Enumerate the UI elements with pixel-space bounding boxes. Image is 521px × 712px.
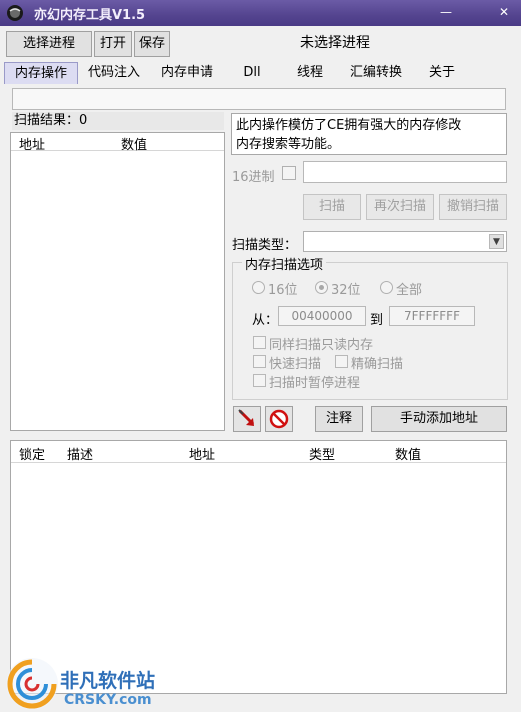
- column-description[interactable]: 描述: [67, 444, 93, 463]
- add-to-list-button[interactable]: [233, 406, 261, 432]
- radio-all-label: 全部: [396, 283, 423, 298]
- column-list-value[interactable]: 数值: [395, 444, 421, 463]
- from-address-input[interactable]: 00400000: [278, 306, 366, 326]
- exact-scan-checkbox[interactable]: [335, 355, 348, 368]
- hex-checkbox[interactable]: [282, 166, 296, 180]
- column-value[interactable]: 数值: [121, 134, 147, 153]
- scan-result-count: 扫描结果：0: [12, 112, 224, 130]
- readonly-label: 同样扫描只读内存: [269, 338, 374, 353]
- clear-list-button[interactable]: [265, 406, 293, 432]
- fast-scan-label: 快速扫描: [269, 357, 322, 372]
- chevron-down-icon[interactable]: ▼: [489, 234, 504, 249]
- open-button[interactable]: 打开: [94, 31, 132, 57]
- pause-process-label: 扫描时暂停进程: [269, 376, 361, 391]
- tab-code-inject[interactable]: 代码注入: [82, 62, 146, 84]
- fast-scan-checkbox[interactable]: [253, 355, 266, 368]
- scan-results-header: 地址 数值: [11, 133, 224, 153]
- watermark-brand-en: CRSKY.com: [64, 692, 152, 708]
- from-label: 从：: [252, 313, 279, 328]
- column-address[interactable]: 地址: [19, 134, 45, 153]
- address-list-header: 锁定 描述 地址 类型 数值: [11, 441, 506, 463]
- info-line-2: 内存搜索等功能。: [236, 137, 341, 152]
- minimize-button[interactable]: —: [436, 3, 456, 21]
- save-button[interactable]: 保存: [134, 31, 170, 57]
- readonly-checkbox[interactable]: [253, 336, 266, 349]
- radio-16bit-label: 16位: [268, 283, 298, 298]
- process-status: 未选择进程: [300, 35, 370, 51]
- to-label: 到: [370, 313, 384, 328]
- title-bar: 亦幻内存工具V1.5 — ✕: [0, 0, 521, 26]
- tab-about[interactable]: 关于: [422, 62, 462, 84]
- tab-bar: 内存操作 代码注入 内存申请 Dll 线程 汇编转换 关于: [0, 62, 521, 84]
- column-lock[interactable]: 锁定: [19, 444, 45, 463]
- radio-16bit[interactable]: [252, 281, 265, 294]
- info-description: 此内操作模仿了CE拥有强大的内存修改 内存搜索等功能。: [231, 113, 507, 155]
- add-address-button[interactable]: 手动添加地址: [371, 406, 507, 432]
- select-process-button[interactable]: 选择进程: [6, 31, 92, 57]
- red-arrow-icon: [238, 409, 255, 426]
- watermark-brand-cn: 非凡软件站: [60, 670, 156, 692]
- watermark-logo-icon: [6, 658, 58, 710]
- undo-scan-button[interactable]: 撤销扫描: [439, 194, 507, 220]
- scan-progress-bar: [12, 88, 506, 110]
- scan-type-label: 扫描类型：: [232, 238, 298, 253]
- main-window: 选择进程 打开 保存 未选择进程 内存操作 代码注入 内存申请 Dll 线程 汇…: [0, 26, 521, 712]
- pause-process-checkbox[interactable]: [253, 374, 266, 387]
- scan-value-input[interactable]: [303, 161, 507, 183]
- scan-type-select[interactable]: ▼: [303, 231, 507, 252]
- exact-scan-label: 精确扫描: [351, 357, 404, 372]
- radio-32bit[interactable]: [315, 281, 328, 294]
- column-type[interactable]: 类型: [309, 444, 335, 463]
- tab-threads[interactable]: 线程: [290, 62, 330, 84]
- scan-button[interactable]: 扫描: [303, 194, 361, 220]
- window-title: 亦幻内存工具V1.5: [34, 8, 146, 23]
- scan-options-title: 内存扫描选项: [242, 254, 327, 273]
- tab-asm-convert[interactable]: 汇编转换: [342, 62, 410, 84]
- tab-dll[interactable]: Dll: [236, 62, 268, 84]
- tab-memory-ops[interactable]: 内存操作: [4, 62, 78, 84]
- scan-results-list[interactable]: 地址 数值: [10, 132, 225, 431]
- hex-label: 16进制: [232, 170, 275, 185]
- tab-memory-alloc[interactable]: 内存申请: [154, 62, 220, 84]
- prohibit-icon: [269, 409, 289, 429]
- rescan-button[interactable]: 再次扫描: [366, 194, 434, 220]
- watermark: 非凡软件站 CRSKY.com: [0, 652, 170, 712]
- app-logo-icon: [7, 5, 23, 21]
- radio-32bit-label: 32位: [331, 283, 361, 298]
- column-list-address[interactable]: 地址: [189, 444, 215, 463]
- comment-button[interactable]: 注释: [315, 406, 363, 432]
- info-line-1: 此内操作模仿了CE拥有强大的内存修改: [236, 118, 462, 133]
- close-button[interactable]: ✕: [494, 3, 514, 21]
- radio-all[interactable]: [380, 281, 393, 294]
- to-address-input[interactable]: 7FFFFFFF: [389, 306, 475, 326]
